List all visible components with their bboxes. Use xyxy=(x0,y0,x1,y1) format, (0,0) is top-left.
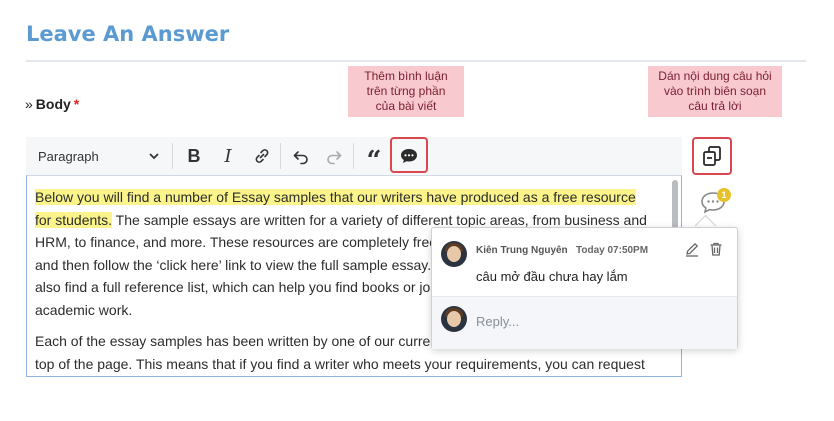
callout-line: câu trả lời xyxy=(688,99,742,113)
reply-input[interactable]: Reply... xyxy=(476,314,519,329)
page-title: Leave An Answer xyxy=(26,22,230,46)
italic-icon: I xyxy=(224,145,232,167)
avatar xyxy=(441,241,467,267)
callout-line: trên từng phần xyxy=(366,84,446,98)
callout-line: Thêm bình luận xyxy=(364,69,448,83)
undo-button[interactable] xyxy=(289,137,313,175)
comment-feature-callout: Thêm bình luận trên từng phần của bài vi… xyxy=(348,66,464,117)
comment-button-highlight xyxy=(390,137,428,173)
link-icon xyxy=(255,149,269,163)
bold-button[interactable]: B xyxy=(182,137,206,175)
title-divider xyxy=(26,60,806,62)
body-label-text: Body xyxy=(35,96,71,112)
blockquote-icon: “ xyxy=(366,146,382,176)
callout-line: Dán nội dung câu hỏi xyxy=(658,69,772,83)
redo-icon xyxy=(327,151,342,165)
undo-icon xyxy=(293,151,308,165)
comment-timestamp: Today 07:50PM xyxy=(576,245,649,256)
blockquote-button[interactable]: “ xyxy=(362,137,386,176)
format-select-value: Paragraph xyxy=(38,148,99,164)
pencil-icon xyxy=(686,243,698,257)
paste-button-highlight xyxy=(692,137,732,175)
trash-icon xyxy=(710,242,722,256)
callout-line: của bài viết xyxy=(375,99,437,113)
comment-author: Kiên Trung Nguyên xyxy=(476,245,568,256)
toolbar-divider xyxy=(172,143,173,169)
link-button[interactable] xyxy=(250,137,274,175)
paste-feature-callout: Dán nội dung câu hỏi vào trình biên soạn… xyxy=(648,66,782,117)
body-field-label: » Body * xyxy=(25,96,79,112)
editor-toolbar: Paragraph B I “ xyxy=(26,137,682,176)
toolbar-divider xyxy=(280,143,281,169)
avatar xyxy=(441,306,467,332)
bold-icon: B xyxy=(187,145,201,166)
format-select[interactable]: Paragraph xyxy=(32,137,166,175)
redo-button[interactable] xyxy=(322,137,346,175)
label-prefix: » xyxy=(25,96,33,112)
comment-popover: Kiên Trung Nguyên Today 07:50PM câu mở đ… xyxy=(431,227,738,349)
delete-comment-button[interactable] xyxy=(708,241,724,257)
required-mark: * xyxy=(73,96,80,112)
italic-button[interactable]: I xyxy=(216,137,240,175)
comment-text: câu mở đầu chưa hay lắm xyxy=(476,269,628,284)
toolbar-divider xyxy=(353,143,354,169)
comment-count-badge: 1 xyxy=(717,188,731,202)
callout-line: vào trình biên soạn xyxy=(663,84,767,98)
edit-comment-button[interactable] xyxy=(684,241,700,257)
chevron-down-icon xyxy=(149,153,159,160)
